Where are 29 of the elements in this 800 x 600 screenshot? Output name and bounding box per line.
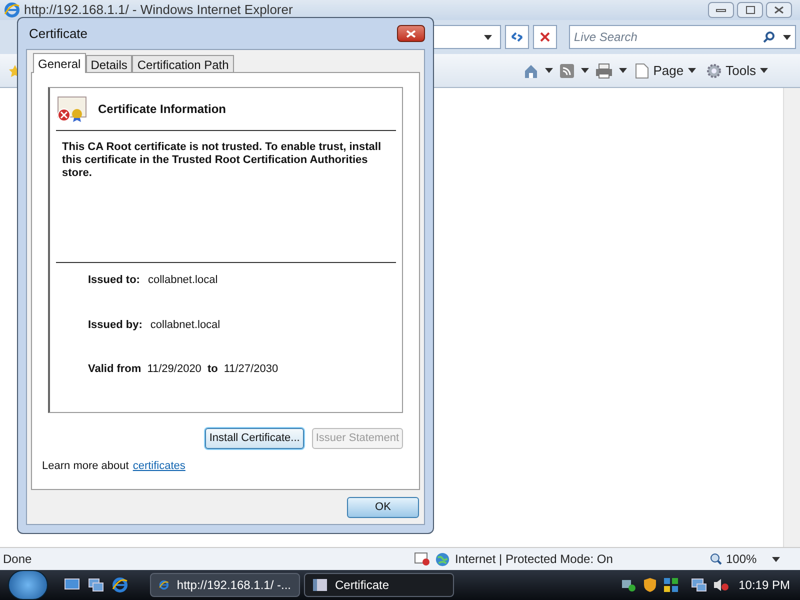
- toolbar-menu-button[interactable]: Tools: [704, 60, 770, 80]
- tab[interactable]: General: [33, 53, 86, 73]
- dialog-title: Certificate: [28, 24, 89, 43]
- certificates-link[interactable]: certificates: [132, 458, 186, 474]
- field-label: Issued by:: [88, 318, 142, 332]
- zoom-level[interactable]: 100%: [710, 550, 800, 568]
- security-zone: Internet | Protected Mode: On: [455, 551, 614, 568]
- status-text: Done: [2, 551, 33, 568]
- field-value: collabnet.local: [150, 318, 220, 332]
- field-value: 11/27/2030: [224, 362, 278, 377]
- tab[interactable]: Certification Path: [132, 55, 234, 72]
- window-title: http://192.168.1.1/ - Windows Internet Explorer: [24, 1, 294, 20]
- dialog-button[interactable]: Install Certificate...: [205, 428, 304, 449]
- taskbar-button[interactable]: http://192.168.1.1/ -...: [150, 573, 300, 597]
- ok-button[interactable]: OK: [347, 496, 419, 518]
- tab[interactable]: Details: [86, 55, 132, 72]
- field-label: to: [207, 362, 218, 377]
- field-label: Issued to:: [88, 273, 140, 288]
- learn-more-text: Learn more about: [42, 459, 129, 474]
- clock[interactable]: 10:19 PM: [738, 576, 790, 594]
- trust-warning: This CA Root certificate is not trusted. To enable trust, install this certificate in the Trusted Root Certification Authorities store.: [61, 140, 382, 181]
- search-placeholder: Live Search: [574, 29, 638, 46]
- taskbar-button[interactable]: Certificate: [304, 573, 454, 597]
- field-value: 11/29/2020: [147, 362, 202, 377]
- toolbar-menu-button[interactable]: Page: [633, 60, 698, 80]
- field-label: Valid from: [88, 362, 142, 377]
- section-heading: Certificate Information: [98, 101, 226, 118]
- search-field[interactable]: Live Search: [569, 25, 796, 49]
- field-value: collabnet.local: [148, 273, 218, 288]
